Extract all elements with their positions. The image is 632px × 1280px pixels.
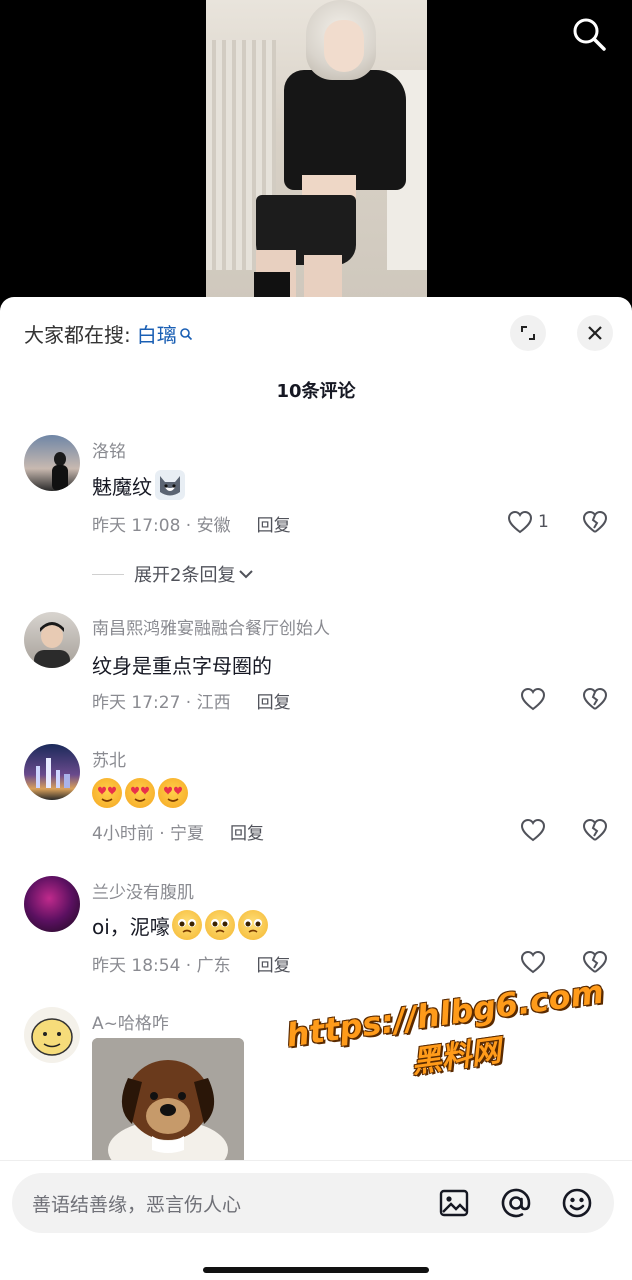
heart-eyes-emoji bbox=[125, 778, 155, 808]
comment-time-location: 昨天 17:27 · 江西 bbox=[92, 693, 231, 713]
expand-icon bbox=[521, 326, 535, 340]
reply-button[interactable]: 回复 bbox=[257, 951, 291, 976]
avatar[interactable] bbox=[24, 744, 80, 800]
small-search-icon bbox=[179, 322, 193, 340]
dislike-button[interactable] bbox=[581, 686, 609, 716]
comment-text: oi，泥嚎 bbox=[92, 910, 271, 940]
comment-author[interactable]: A~哈格咋 bbox=[92, 1009, 169, 1034]
avatar[interactable] bbox=[24, 435, 80, 491]
comment-text-content: oi，泥嚎 bbox=[92, 914, 170, 939]
heart-eyes-emoji bbox=[158, 778, 188, 808]
comment-meta: 4小时前 · 宁夏 回复 bbox=[92, 819, 264, 844]
video-person-leg bbox=[304, 255, 342, 300]
reply-button[interactable]: 回复 bbox=[230, 819, 264, 844]
comment-text: 魅魔纹 bbox=[92, 470, 188, 500]
comment-input-bar: 善语结善缘，恶言伤人心 bbox=[0, 1160, 632, 1280]
comment-text bbox=[92, 778, 191, 808]
emoji-icon[interactable] bbox=[559, 1185, 595, 1221]
comment-sheet: 大家都在搜: 白璃 10条评论 洛铭 魅魔纹 昨天 17:08 · 安徽 回复 … bbox=[0, 297, 632, 1280]
expand-replies-label: 展开2条回复 bbox=[134, 565, 236, 586]
video-frame[interactable] bbox=[206, 0, 427, 300]
reply-button[interactable]: 回复 bbox=[257, 511, 291, 536]
like-count: 1 bbox=[538, 512, 549, 532]
close-icon bbox=[588, 326, 602, 340]
avatar[interactable] bbox=[24, 612, 80, 668]
divider bbox=[92, 573, 124, 575]
home-indicator bbox=[203, 1267, 429, 1273]
heart-icon bbox=[520, 818, 546, 842]
close-button[interactable] bbox=[577, 315, 613, 351]
comment-input[interactable]: 善语结善缘，恶言伤人心 bbox=[12, 1173, 614, 1233]
watermark: https://hlbg6.com 黑料网 bbox=[284, 972, 612, 1098]
comment-author[interactable]: 苏北 bbox=[92, 746, 126, 771]
broken-heart-icon bbox=[582, 950, 608, 973]
hot-search[interactable]: 大家都在搜: 白璃 bbox=[24, 319, 193, 348]
comment-text: 纹身是重点字母圈的 bbox=[92, 650, 272, 679]
like-button[interactable] bbox=[519, 949, 547, 975]
video-person-top bbox=[284, 70, 406, 190]
comment-image[interactable] bbox=[92, 1038, 244, 1168]
chevron-down-icon bbox=[239, 570, 254, 579]
like-button[interactable] bbox=[519, 686, 547, 712]
comment-author[interactable]: 南昌熙鸿雅宴融融合餐厅创始人 bbox=[92, 614, 330, 639]
comment-count: 10条评论 bbox=[276, 381, 356, 402]
heart-icon bbox=[520, 950, 546, 974]
video-person-boot bbox=[254, 272, 290, 300]
dislike-button[interactable] bbox=[581, 509, 609, 539]
heart-icon bbox=[507, 510, 533, 534]
search-icon[interactable] bbox=[570, 15, 608, 53]
pleading-emoji bbox=[204, 910, 235, 940]
video-player[interactable] bbox=[0, 0, 632, 300]
broken-heart-icon bbox=[582, 818, 608, 841]
reply-button[interactable]: 回复 bbox=[257, 688, 291, 713]
comment-time-location: 昨天 17:08 · 安徽 bbox=[92, 516, 231, 536]
broken-heart-icon bbox=[582, 510, 608, 533]
expand-button[interactable] bbox=[510, 315, 546, 351]
heart-eyes-emoji bbox=[92, 778, 122, 808]
hot-search-prefix: 大家都在搜: bbox=[24, 323, 131, 347]
comment-author[interactable]: 兰少没有腹肌 bbox=[92, 878, 194, 903]
like-button[interactable] bbox=[519, 817, 547, 843]
at-icon[interactable] bbox=[498, 1185, 534, 1221]
comment-meta: 昨天 17:27 · 江西 回复 bbox=[92, 688, 291, 713]
avatar[interactable] bbox=[24, 876, 80, 932]
comment-author[interactable]: 洛铭 bbox=[92, 437, 126, 462]
broken-heart-icon bbox=[582, 687, 608, 710]
pleading-emoji bbox=[237, 910, 268, 940]
video-person-face bbox=[324, 20, 364, 72]
comment-input-placeholder: 善语结善缘，恶言伤人心 bbox=[32, 1194, 242, 1216]
like-button[interactable]: 1 bbox=[506, 509, 549, 535]
comment-meta: 昨天 17:08 · 安徽 回复 bbox=[92, 511, 291, 536]
comment-text-content: 魅魔纹 bbox=[92, 474, 152, 499]
avatar[interactable] bbox=[24, 1007, 80, 1063]
husky-emoji bbox=[155, 470, 185, 500]
hot-search-keyword[interactable]: 白璃 bbox=[137, 319, 177, 348]
dislike-button[interactable] bbox=[581, 817, 609, 847]
comment-text-content: 纹身是重点字母圈的 bbox=[92, 654, 272, 678]
comment-time-location: 4小时前 · 宁夏 bbox=[92, 824, 205, 844]
comment-time-location: 昨天 18:54 · 广东 bbox=[92, 956, 231, 976]
comment-meta: 昨天 18:54 · 广东 回复 bbox=[92, 951, 291, 976]
pleading-emoji bbox=[171, 910, 202, 940]
expand-replies-button[interactable]: 展开2条回复 bbox=[92, 561, 255, 587]
image-icon[interactable] bbox=[436, 1185, 472, 1221]
heart-icon bbox=[520, 687, 546, 711]
